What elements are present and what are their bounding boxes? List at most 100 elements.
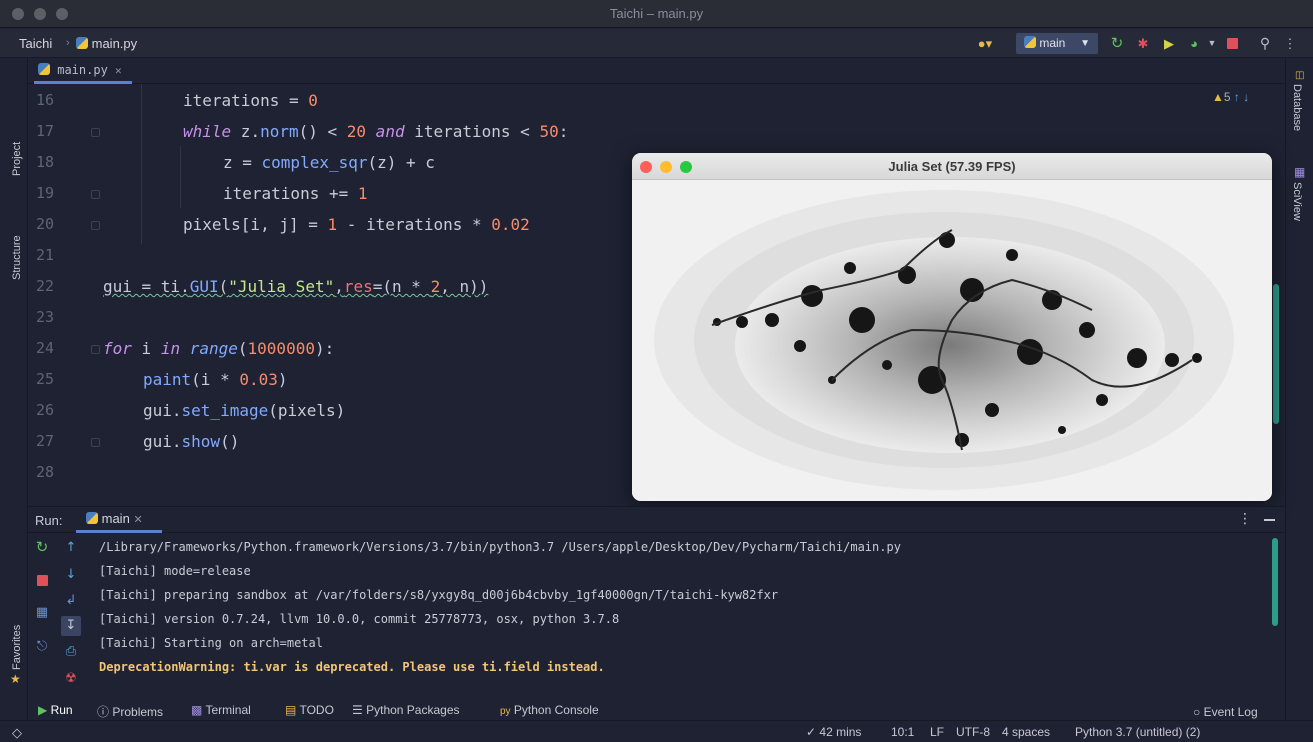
indent-guide <box>180 146 181 208</box>
fold-marker-icon[interactable] <box>91 190 100 199</box>
code-line-18: z = complex_sqr(z) + c <box>223 153 435 172</box>
close-run-tab-icon[interactable]: ✕ <box>133 514 142 526</box>
stop-icon[interactable] <box>37 575 48 586</box>
line-number: 24 <box>35 339 54 357</box>
tool-windows-icon[interactable]: ◇ <box>12 725 22 741</box>
database-icon: ◫ <box>1295 70 1305 81</box>
code-line-24: for i in range(1000000): <box>103 339 335 358</box>
tab-main-py[interactable]: main.py ✕ <box>34 58 132 84</box>
console-line: [Taichi] Starting on arch=metal <box>99 636 323 650</box>
fold-marker-icon[interactable] <box>91 221 100 230</box>
arrow-up-icon[interactable]: ↑ <box>1234 90 1240 104</box>
chevron-down-icon: ▼ <box>1080 38 1090 49</box>
fold-marker-icon[interactable] <box>91 128 100 137</box>
event-log-button[interactable]: ○ Event Log <box>1193 705 1258 719</box>
julia-set-title-bar: Julia Set (57.39 FPS) <box>632 153 1272 180</box>
python-interpreter[interactable]: Python 3.7 (untitled) (2) <box>1075 725 1200 739</box>
python-console-icon: py <box>500 706 511 717</box>
code-line-16: iterations = 0 <box>183 91 318 110</box>
code-line-17: while z.norm() < 20 and iterations < 50: <box>183 122 569 141</box>
python-file-icon <box>76 37 88 49</box>
pin-icon[interactable]: ⎋ <box>32 637 52 657</box>
line-number: 26 <box>35 401 54 419</box>
line-number: 20 <box>35 215 54 233</box>
python-file-icon <box>38 63 50 75</box>
code-line-25: paint(i * 0.03) <box>143 370 288 389</box>
ide-window: Taichi – main.py Taichi › main.py ●▾ mai… <box>0 0 1313 742</box>
database-tool-button[interactable]: Database <box>1291 84 1303 131</box>
console-scrollbar[interactable] <box>1272 538 1278 626</box>
todo-icon: ▤ <box>285 703 297 717</box>
debug-icon[interactable]: ✱ <box>1134 33 1152 54</box>
inspection-widget[interactable]: ▲5 ↑ ↓ <box>1212 90 1249 104</box>
fold-marker-icon[interactable] <box>91 345 100 354</box>
run-tool-tab[interactable]: ▶ Run <box>38 703 73 717</box>
indent-setting[interactable]: 4 spaces <box>1002 725 1050 739</box>
vcs-users-icon[interactable]: ●▾ <box>972 33 998 54</box>
line-number: 18 <box>35 153 54 171</box>
tab-label: main.py <box>57 63 108 77</box>
python-console-tool-tab[interactable]: py Python Console <box>500 703 599 717</box>
code-line-19: iterations += 1 <box>223 184 368 203</box>
run-tab-main[interactable]: main ✕ <box>76 507 162 533</box>
python-config-icon <box>1024 36 1036 48</box>
breadcrumb-project[interactable]: Taichi <box>19 36 52 51</box>
scroll-down-icon[interactable]: ↓ <box>61 565 81 585</box>
line-number: 17 <box>35 122 54 140</box>
stop-icon[interactable] <box>1227 38 1238 49</box>
python-config-icon <box>86 512 98 524</box>
trash-icon[interactable]: ☢ <box>61 669 81 689</box>
more-options-icon[interactable]: ⋮ <box>1283 33 1297 54</box>
fold-marker-icon[interactable] <box>91 438 100 447</box>
todo-tool-tab[interactable]: ▤ TODO <box>285 703 334 717</box>
line-number: 16 <box>35 91 54 109</box>
soft-wrap-icon[interactable]: ↲ <box>61 591 81 611</box>
warning-icon: ▲ <box>1212 90 1224 104</box>
run-icon: ▶ <box>38 703 48 717</box>
run-with-coverage-icon[interactable]: ▶ <box>1160 33 1178 54</box>
console-warning-line: DeprecationWarning: ti.var is deprecated… <box>99 660 605 674</box>
console-line: [Taichi] preparing sandbox at /var/folde… <box>99 588 779 602</box>
star-icon: ★ <box>10 672 21 686</box>
scroll-up-icon[interactable]: ↑ <box>61 538 81 558</box>
title-bar: Taichi – main.py <box>0 0 1313 28</box>
file-encoding[interactable]: UTF-8 <box>956 725 990 739</box>
run-panel-options-icon[interactable]: ⋮ <box>1238 511 1252 527</box>
terminal-tool-tab[interactable]: ▩ Terminal <box>191 703 251 717</box>
layout-icon[interactable]: ▦ <box>32 603 52 623</box>
hide-panel-icon[interactable] <box>1264 519 1275 521</box>
terminal-icon: ▩ <box>191 703 203 717</box>
sciview-tool-button[interactable]: SciView <box>1291 182 1303 221</box>
run-configuration-select[interactable]: main ▼ <box>1016 33 1098 54</box>
code-line-22: gui = ti.GUI("Julia Set",res=(n * 2, n)) <box>103 277 489 296</box>
profile-icon[interactable]: ◕ <box>1184 33 1204 54</box>
line-number: 27 <box>35 432 54 450</box>
favorites-tool-button[interactable]: Favorites <box>11 625 23 670</box>
indent-guide <box>141 84 142 244</box>
caret-position[interactable]: 10:1 <box>891 725 914 739</box>
rerun-icon[interactable]: ↻ <box>1108 33 1126 54</box>
search-icon[interactable]: ⚲ <box>1256 33 1274 54</box>
console-line: [Taichi] version 0.7.24, llvm 10.0.0, co… <box>99 612 620 626</box>
code-line-20: pixels[i, j] = 1 - iterations * 0.02 <box>183 215 530 234</box>
python-packages-tool-tab[interactable]: ☰ Python Packages <box>352 703 460 717</box>
run-configuration-label: main <box>1039 36 1066 50</box>
julia-set-window[interactable]: Julia Set (57.39 FPS) <box>632 153 1272 501</box>
print-icon[interactable]: ⎙ <box>61 642 81 662</box>
structure-tool-button[interactable]: Structure <box>11 235 23 280</box>
close-tab-icon[interactable]: ✕ <box>115 64 122 77</box>
problems-tool-tab[interactable]: ⓘ Problems <box>97 703 163 720</box>
project-tool-button[interactable]: Project <box>11 142 23 176</box>
breadcrumb-file[interactable]: main.py <box>76 36 137 51</box>
line-separator[interactable]: LF <box>930 725 944 739</box>
line-number: 22 <box>35 277 54 295</box>
rerun-icon[interactable]: ↻ <box>32 537 52 557</box>
sciview-icon: ▦ <box>1294 165 1306 179</box>
left-tool-strip: Project Structure Favorites ★ <box>0 58 28 720</box>
line-number: 19 <box>35 184 54 202</box>
more-run-options-icon[interactable]: ▼ <box>1206 33 1218 54</box>
run-console[interactable]: ↻ ↑ ↓ ▦ ↲ ⎋ ↧ ⎙ ☢ /Library/Frameworks/Py… <box>28 533 1285 698</box>
scroll-to-end-icon[interactable]: ↧ <box>61 616 81 636</box>
editor-scrollbar[interactable] <box>1273 284 1279 424</box>
arrow-down-icon[interactable]: ↓ <box>1243 90 1249 104</box>
